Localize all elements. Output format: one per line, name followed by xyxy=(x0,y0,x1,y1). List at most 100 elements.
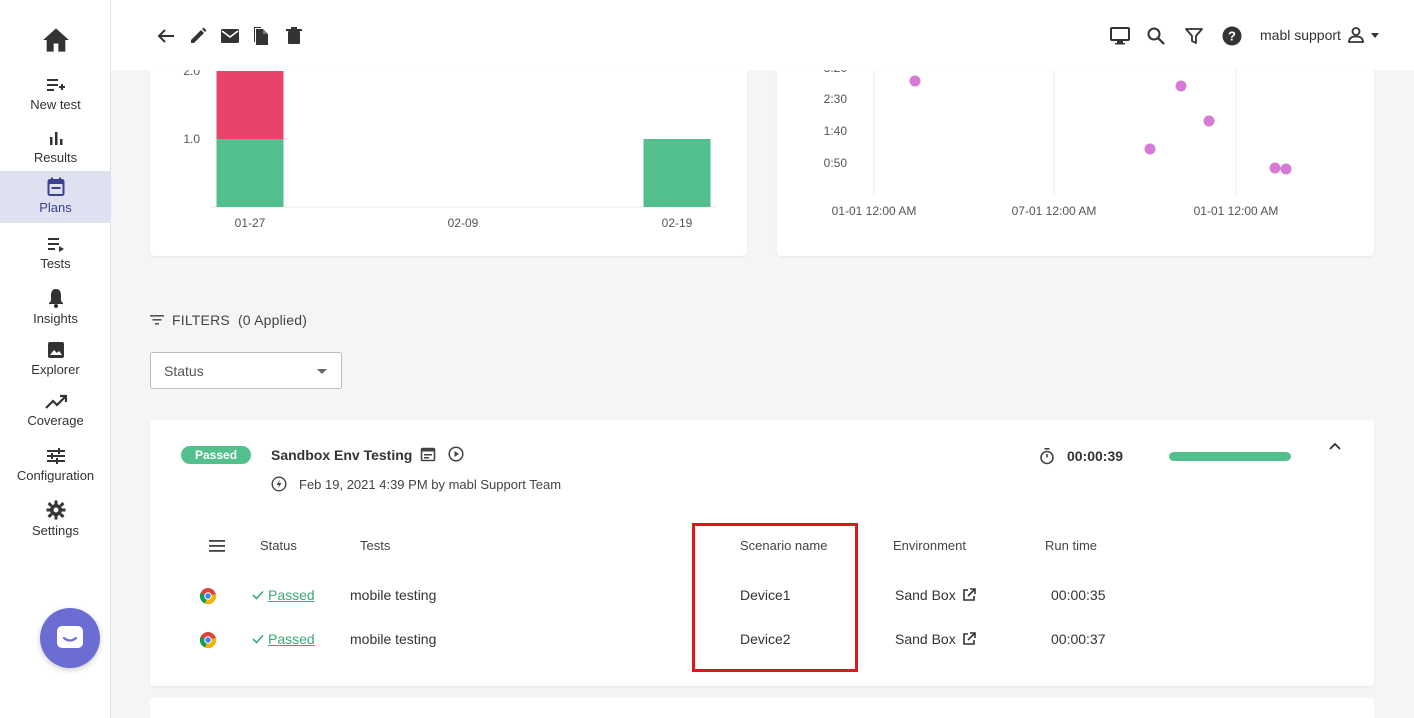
column-menu-button[interactable] xyxy=(209,540,225,555)
calendar-icon[interactable] xyxy=(420,446,436,462)
filter-button[interactable] xyxy=(1183,25,1205,47)
run-title-actions xyxy=(420,446,464,462)
y-tick-label: 0:50 xyxy=(824,156,848,170)
y-tick-label: 1.0 xyxy=(183,132,200,146)
nav-label: Configuration xyxy=(16,468,95,483)
bell-icon xyxy=(48,289,63,308)
x-tick-label: 01-01 12:00 AM xyxy=(1194,204,1279,218)
row-environment-link[interactable]: Sand Box xyxy=(895,587,976,603)
row-test-name[interactable]: mobile testing xyxy=(350,587,436,603)
search-icon xyxy=(1147,27,1165,45)
playlist-play-icon xyxy=(47,238,64,252)
nav-insights[interactable]: Insights xyxy=(0,282,111,335)
nav-results[interactable]: Results xyxy=(0,123,111,176)
filters-applied-count: (0 Applied) xyxy=(237,312,308,328)
arrow-back-icon xyxy=(157,29,174,43)
nav-label: Coverage xyxy=(27,413,84,428)
help-button[interactable]: ? xyxy=(1221,25,1243,47)
filters-header[interactable]: FILTERS (0 Applied) xyxy=(150,312,307,328)
monitor-button[interactable] xyxy=(1109,25,1131,47)
run-meta: Feb 19, 2021 4:39 PM by mabl Support Tea… xyxy=(271,476,561,492)
row-runtime: 00:00:37 xyxy=(1051,631,1106,647)
gear-icon xyxy=(46,500,65,520)
x-tick-label: 07-01 12:00 AM xyxy=(1012,204,1097,218)
run-progress-bar xyxy=(1169,452,1291,461)
back-button[interactable] xyxy=(155,25,177,47)
row-status-link[interactable]: Passed xyxy=(252,587,315,603)
next-run-card xyxy=(150,698,1374,718)
row-status-link[interactable]: Passed xyxy=(252,631,315,647)
row-environment-text: Sand Box xyxy=(895,631,956,647)
scatter-point xyxy=(1144,143,1156,155)
chat-icon xyxy=(57,626,83,648)
row-test-name[interactable]: mobile testing xyxy=(350,631,436,647)
user-menu[interactable]: mabl support xyxy=(1260,26,1379,44)
x-tick-label: 01-01 12:00 AM xyxy=(832,204,917,218)
filters-label: FILTERS xyxy=(172,312,230,328)
collapse-button[interactable] xyxy=(1328,438,1342,456)
progress-fill xyxy=(1169,452,1291,461)
nav-label: New test xyxy=(30,97,81,112)
image-icon xyxy=(47,342,64,358)
nav-label: Results xyxy=(33,150,78,165)
bar-chart-svg: 01-27 02-09 02-19 1.0 2.0 xyxy=(183,64,715,230)
row-status-text: Passed xyxy=(268,631,315,647)
run-timestamp: Feb 19, 2021 4:39 PM by mabl Support Tea… xyxy=(299,476,562,492)
scatter-point xyxy=(1203,115,1215,127)
chat-launcher-button[interactable] xyxy=(40,608,100,668)
home-button[interactable] xyxy=(0,22,111,58)
status-filter-placeholder: Status xyxy=(164,363,204,379)
menu-icon xyxy=(209,540,225,552)
trigger-bolt-icon xyxy=(271,476,287,492)
copy-button[interactable] xyxy=(251,25,273,47)
column-header-environment[interactable]: Environment xyxy=(893,538,966,553)
email-button[interactable] xyxy=(219,25,241,47)
edit-button[interactable] xyxy=(187,25,209,47)
nav-settings[interactable]: Settings xyxy=(0,494,111,547)
caret-down-icon xyxy=(1370,32,1379,38)
nav-tests[interactable]: Tests xyxy=(0,229,111,282)
search-button[interactable] xyxy=(1145,25,1167,47)
scatter-chart-svg: 01-01 12:00 AM 07-01 12:00 AM 01-01 12:00 … xyxy=(824,61,1292,218)
row-environment-link[interactable]: Sand Box xyxy=(895,631,976,647)
column-header-runtime[interactable]: Run time xyxy=(1045,538,1097,553)
nav-plans[interactable]: Plans xyxy=(0,171,111,223)
duration-value: 00:00:39 xyxy=(1067,448,1124,464)
nav-label: Settings xyxy=(32,523,79,538)
stopwatch-icon xyxy=(1040,448,1054,465)
delete-button[interactable] xyxy=(283,25,305,47)
scenario-column-highlight xyxy=(692,523,858,672)
play-circle-icon[interactable] xyxy=(448,446,464,462)
nav-configuration[interactable]: Configuration xyxy=(0,441,111,494)
funnel-icon xyxy=(1185,28,1203,44)
run-title[interactable]: Sandbox Env Testing xyxy=(271,447,412,463)
status-filter-select[interactable]: Status xyxy=(150,352,342,389)
nav-coverage[interactable]: Coverage xyxy=(0,388,111,441)
y-tick-label: 2.0 xyxy=(183,70,200,78)
playlist-add-icon xyxy=(46,79,65,91)
chrome-browser-icon xyxy=(199,587,217,608)
row-status-text: Passed xyxy=(268,587,315,603)
open-in-new-icon xyxy=(962,632,976,645)
bar-segment xyxy=(643,139,711,207)
nav-new-test[interactable]: New test xyxy=(0,70,111,123)
column-header-status[interactable]: Status xyxy=(260,538,297,553)
desktop-icon xyxy=(1110,27,1130,45)
row-environment-text: Sand Box xyxy=(895,587,956,603)
bar-segment xyxy=(216,71,284,139)
trash-icon xyxy=(286,27,302,44)
scatter-point xyxy=(1269,162,1281,174)
y-tick-label: 3:20 xyxy=(824,70,848,75)
nav-label: Tests xyxy=(40,256,71,271)
x-tick-label: 01-27 xyxy=(235,216,266,230)
bar-segment xyxy=(216,139,284,207)
y-tick-label: 1:40 xyxy=(824,124,848,138)
column-header-tests[interactable]: Tests xyxy=(360,538,390,553)
x-tick-label: 02-19 xyxy=(662,216,693,230)
status-badge: Passed xyxy=(181,446,252,464)
top-toolbar: ? mabl support xyxy=(111,0,1414,70)
scatter-point xyxy=(1280,163,1292,175)
scatter-point xyxy=(909,75,921,87)
nav-explorer[interactable]: Explorer xyxy=(0,335,111,388)
mail-icon xyxy=(221,29,239,43)
